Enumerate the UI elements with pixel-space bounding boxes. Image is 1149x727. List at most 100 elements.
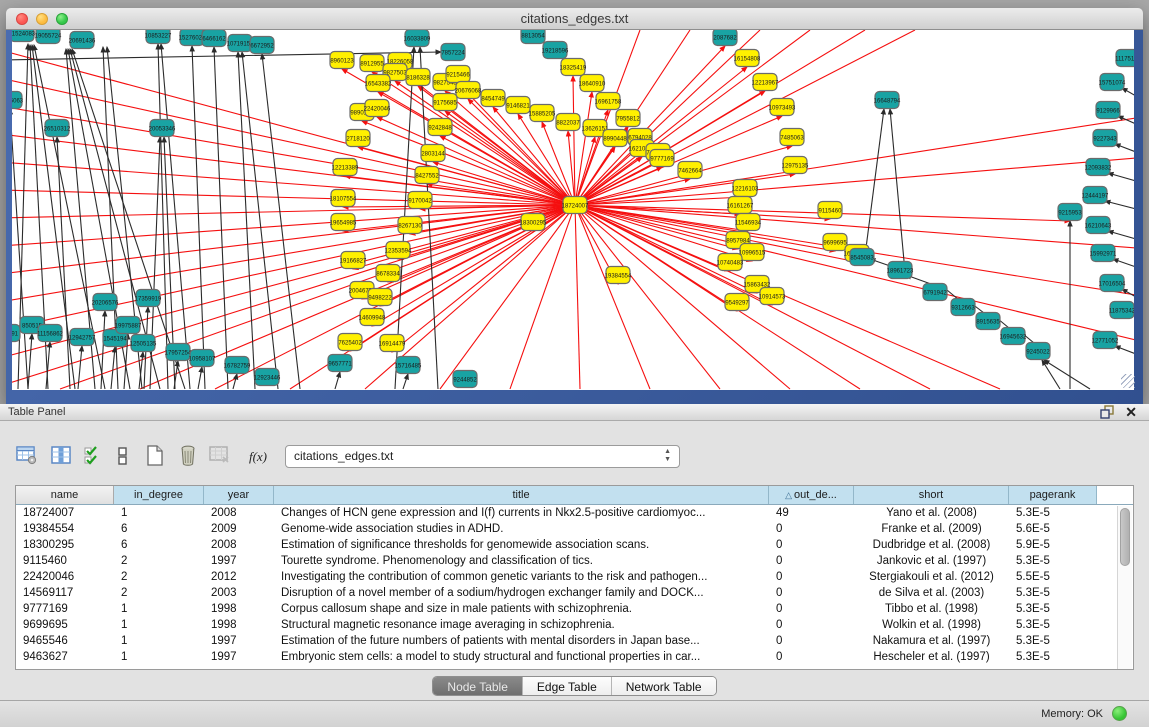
cell-short[interactable]: Yano et al. (2008) [854,505,1009,521]
network-select-dropdown[interactable]: citations_edges.txt ▲▼ [285,445,680,468]
graph-node[interactable]: 19654985 [330,214,357,231]
cell-pagerank[interactable]: 5.3E-5 [1009,601,1097,617]
graph-node[interactable]: 10996515 [739,244,766,261]
graph-node[interactable]: 19055724 [35,30,62,44]
column-header-pagerank[interactable]: pagerank [1009,486,1097,504]
cell-year[interactable]: 2008 [204,505,274,521]
column-header-short[interactable]: short [854,486,1009,504]
resize-grip-icon[interactable] [1121,374,1135,388]
cell-out_de[interactable]: 0 [769,649,854,665]
cell-pagerank[interactable]: 5.9E-5 [1009,537,1097,553]
column-header-in_degree[interactable]: in_degree [114,486,204,504]
rows-view-button[interactable] [110,444,136,470]
table-row[interactable]: 977716911998Corpus callosum shape and si… [16,601,1133,617]
graph-node[interactable]: 18640910 [579,75,606,92]
table-row[interactable]: 946554611997Estimation of the future num… [16,633,1133,649]
cell-year[interactable]: 2008 [204,537,274,553]
cell-pagerank[interactable]: 5.3E-5 [1009,585,1097,601]
cell-year[interactable]: 1998 [204,601,274,617]
cell-year[interactable]: 1997 [204,553,274,569]
cell-in_degree[interactable]: 1 [114,649,204,665]
graph-node[interactable]: 16961758 [595,93,622,110]
cell-short[interactable]: Dudbridge et al. (2008) [854,537,1009,553]
graph-node[interactable]: 9146821 [506,97,530,114]
graph-node[interactable]: 6466162 [202,30,226,47]
graph-node[interactable]: 2803144 [421,145,445,162]
cell-short[interactable]: Nakamura et al. (1997) [854,633,1009,649]
cell-out_de[interactable]: 0 [769,633,854,649]
graph-node[interactable]: 18300295 [520,214,547,231]
cell-name[interactable]: 9115460 [16,553,114,569]
delete-table-button[interactable] [207,444,233,470]
table-row[interactable]: 911546021997Tourette syndrome. Phenomeno… [16,553,1133,569]
cell-pagerank[interactable]: 5.6E-5 [1009,521,1097,537]
vertical-scrollbar[interactable] [1117,506,1132,669]
graph-node[interactable]: 9170042 [408,192,432,209]
graph-node[interactable]: 21136063 [12,92,24,109]
graph-node[interactable]: 12216103 [732,180,759,197]
column-header-out_de[interactable]: △out_de... [769,486,854,504]
float-panel-icon[interactable] [1100,405,1115,419]
graph-node[interactable]: 7462664 [678,162,702,179]
graph-node[interactable]: 2718120 [346,130,370,147]
column-header-title[interactable]: title [274,486,769,504]
cell-name[interactable]: 9777169 [16,601,114,617]
graph-node[interactable]: 8678334 [376,265,400,282]
cell-out_de[interactable]: 0 [769,521,854,537]
graph-node[interactable]: 15751074 [1099,74,1126,91]
cell-out_de[interactable]: 0 [769,585,854,601]
graph-node[interactable]: 12942757 [69,329,96,346]
table-mode-button[interactable] [14,444,40,470]
graph-node[interactable]: 15885205 [529,105,556,122]
column-header-year[interactable]: year [204,486,274,504]
graph-node[interactable]: 20676068 [455,82,482,99]
cell-in_degree[interactable]: 2 [114,553,204,569]
graph-node[interactable]: 12771052 [1092,332,1119,349]
cell-out_de[interactable]: 0 [769,601,854,617]
graph-node[interactable]: 19166827 [340,252,367,269]
cell-name[interactable]: 9463627 [16,649,114,665]
graph-node[interactable]: 9244852 [453,371,477,388]
graph-node[interactable]: 17016504 [1099,275,1126,292]
cell-name[interactable]: 19384554 [16,521,114,537]
cell-year[interactable]: 1997 [204,649,274,665]
graph-node[interactable]: 12093832 [1085,159,1112,176]
graph-node[interactable]: 16154808 [734,50,761,67]
tab-node-table[interactable]: Node Table [433,677,523,695]
graph-node[interactable]: 19218596 [542,42,569,59]
table-row[interactable]: 946362711997Embryonic stem cells: a mode… [16,649,1133,665]
cell-out_de[interactable]: 49 [769,505,854,521]
graph-node[interactable]: 12213967 [752,74,779,91]
create-column-button[interactable] [142,444,168,470]
cell-in_degree[interactable]: 2 [114,585,204,601]
delete-column-button[interactable] [175,444,201,470]
graph-node[interactable]: 10740483 [717,254,744,271]
graph-node[interactable]: 2087682 [713,30,737,46]
graph-node[interactable]: 8427552 [415,167,439,184]
cell-name[interactable]: 9699695 [16,617,114,633]
graph-node[interactable]: 10853227 [145,30,172,44]
graph-node[interactable]: 18724007 [562,197,589,214]
cell-pagerank[interactable]: 5.3E-5 [1009,505,1097,521]
show-columns-button[interactable] [48,444,74,470]
graph-node[interactable]: 11546934 [735,214,762,231]
graph-node[interactable]: 7857224 [441,44,465,61]
cell-title[interactable]: Corpus callosum shape and size in male p… [274,601,769,617]
graph-node[interactable]: 22420046 [364,100,391,117]
close-panel-icon[interactable]: ✕ [1125,404,1137,421]
graph-node[interactable]: 12353594 [385,242,412,259]
graph-node[interactable]: 16782759 [224,357,251,374]
cell-title[interactable]: Estimation of the future numbers of pati… [274,633,769,649]
cell-pagerank[interactable]: 5.3E-5 [1009,633,1097,649]
graph-node[interactable]: 6791942 [923,284,947,301]
graph-node[interactable]: 8822037 [556,114,580,131]
cell-title[interactable]: Embryonic stem cells: a model to study s… [274,649,769,665]
select-all-button[interactable] [80,444,106,470]
graph-node[interactable]: 16914479 [379,335,406,352]
graph-node[interactable]: 17359919 [135,290,162,307]
graph-node[interactable]: 16210643 [1085,217,1112,234]
graph-node[interactable]: 10973493 [769,99,796,116]
table-row[interactable]: 1872400712008Changes of HCN gene express… [16,505,1133,521]
graph-node[interactable]: 16648794 [874,92,901,109]
cell-pagerank[interactable]: 5.3E-5 [1009,617,1097,633]
